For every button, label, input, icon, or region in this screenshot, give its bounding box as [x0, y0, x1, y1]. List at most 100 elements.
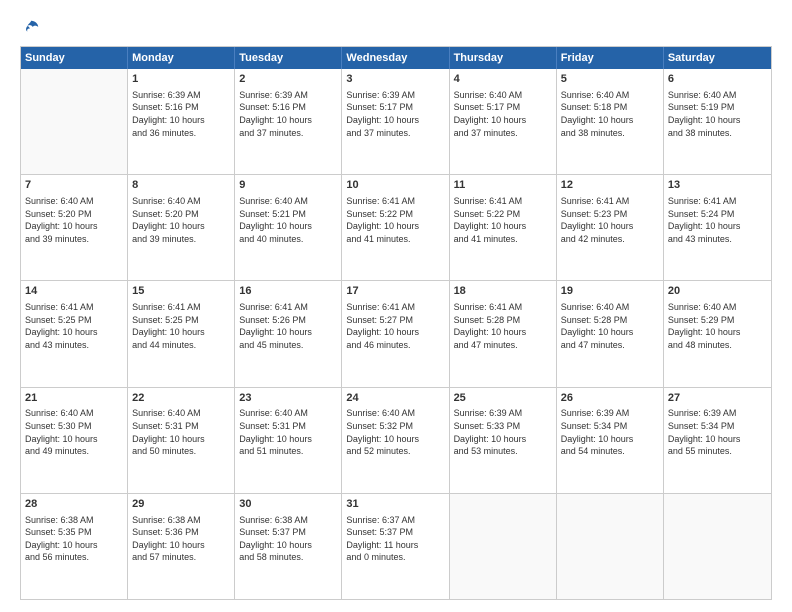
calendar-cell: [21, 69, 128, 174]
day-number: 25: [454, 391, 552, 406]
calendar-cell: 11Sunrise: 6:41 AM Sunset: 5:22 PM Dayli…: [450, 175, 557, 280]
calendar-cell: 21Sunrise: 6:40 AM Sunset: 5:30 PM Dayli…: [21, 388, 128, 493]
day-info: Sunrise: 6:40 AM Sunset: 5:29 PM Dayligh…: [668, 301, 767, 351]
calendar: SundayMondayTuesdayWednesdayThursdayFrid…: [20, 46, 772, 600]
day-number: 21: [25, 391, 123, 406]
calendar-cell: 25Sunrise: 6:39 AM Sunset: 5:33 PM Dayli…: [450, 388, 557, 493]
day-info: Sunrise: 6:39 AM Sunset: 5:16 PM Dayligh…: [132, 89, 230, 139]
day-info: Sunrise: 6:40 AM Sunset: 5:30 PM Dayligh…: [25, 407, 123, 457]
calendar-cell: 6Sunrise: 6:40 AM Sunset: 5:19 PM Daylig…: [664, 69, 771, 174]
day-info: Sunrise: 6:41 AM Sunset: 5:26 PM Dayligh…: [239, 301, 337, 351]
calendar-week-4: 21Sunrise: 6:40 AM Sunset: 5:30 PM Dayli…: [21, 388, 771, 494]
calendar-cell: 13 Sunrise: 6:41 AM Sunset: 5:24 PM Dayli…: [664, 175, 771, 280]
logo: [20, 18, 40, 36]
calendar-cell: 1 Sunrise: 6:39 AM Sunset: 5:16 PM Daylig…: [128, 69, 235, 174]
logo-bird-icon: [22, 18, 40, 36]
calendar-body: 1 Sunrise: 6:39 AM Sunset: 5:16 PM Daylig…: [21, 69, 771, 599]
calendar-header: SundayMondayTuesdayWednesdayThursdayFrid…: [21, 47, 771, 69]
day-number: 19: [561, 284, 659, 299]
day-number: 6: [668, 72, 767, 87]
day-info: Sunrise: 6:40 AM Sunset: 5:31 PM Dayligh…: [239, 407, 337, 457]
calendar-cell: [664, 494, 771, 599]
calendar-cell: 16 Sunrise: 6:41 AM Sunset: 5:26 PM Dayli…: [235, 281, 342, 386]
day-info: Sunrise: 6:39 AM Sunset: 5:17 PM Dayligh…: [346, 89, 444, 139]
calendar-cell: 8 Sunrise: 6:40 AM Sunset: 5:20 PM Daylig…: [128, 175, 235, 280]
calendar-cell: 20 Sunrise: 6:40 AM Sunset: 5:29 PM Dayli…: [664, 281, 771, 386]
day-number: 16: [239, 284, 337, 299]
day-info: Sunrise: 6:41 AM Sunset: 5:22 PM Dayligh…: [346, 195, 444, 245]
day-number: 15: [132, 284, 230, 299]
day-info: Sunrise: 6:39 AM Sunset: 5:34 PM Dayligh…: [561, 407, 659, 457]
calendar-cell: 17 Sunrise: 6:41 AM Sunset: 5:27 PM Dayli…: [342, 281, 449, 386]
day-info: Sunrise: 6:38 AM Sunset: 5:36 PM Dayligh…: [132, 514, 230, 564]
day-number: 5: [561, 72, 659, 87]
calendar-cell: 15Sunrise: 6:41 AM Sunset: 5:25 PM Dayli…: [128, 281, 235, 386]
day-info: Sunrise: 6:40 AM Sunset: 5:20 PM Dayligh…: [25, 195, 123, 245]
day-number: 9: [239, 178, 337, 193]
day-info: Sunrise: 6:41 AM Sunset: 5:27 PM Dayligh…: [346, 301, 444, 351]
calendar-week-2: 7 Sunrise: 6:40 AM Sunset: 5:20 PM Daylig…: [21, 175, 771, 281]
day-info: Sunrise: 6:40 AM Sunset: 5:21 PM Dayligh…: [239, 195, 337, 245]
calendar-cell: 3 Sunrise: 6:39 AM Sunset: 5:17 PM Daylig…: [342, 69, 449, 174]
day-number: 7: [25, 178, 123, 193]
day-info: Sunrise: 6:40 AM Sunset: 5:18 PM Dayligh…: [561, 89, 659, 139]
day-number: 17: [346, 284, 444, 299]
calendar-cell: 10 Sunrise: 6:41 AM Sunset: 5:22 PM Dayli…: [342, 175, 449, 280]
day-number: 3: [346, 72, 444, 87]
day-info: Sunrise: 6:38 AM Sunset: 5:35 PM Dayligh…: [25, 514, 123, 564]
day-number: 29: [132, 497, 230, 512]
calendar-cell: 23Sunrise: 6:40 AM Sunset: 5:31 PM Dayli…: [235, 388, 342, 493]
day-info: Sunrise: 6:40 AM Sunset: 5:20 PM Dayligh…: [132, 195, 230, 245]
calendar-cell: 29 Sunrise: 6:38 AM Sunset: 5:36 PM Dayli…: [128, 494, 235, 599]
header-day-monday: Monday: [128, 47, 235, 69]
header-day-saturday: Saturday: [664, 47, 771, 69]
day-number: 13: [668, 178, 767, 193]
day-number: 24: [346, 391, 444, 406]
day-info: Sunrise: 6:40 AM Sunset: 5:28 PM Dayligh…: [561, 301, 659, 351]
day-number: 31: [346, 497, 444, 512]
day-number: 14: [25, 284, 123, 299]
day-number: 22: [132, 391, 230, 406]
day-info: Sunrise: 6:38 AM Sunset: 5:37 PM Dayligh…: [239, 514, 337, 564]
calendar-cell: 9 Sunrise: 6:40 AM Sunset: 5:21 PM Daylig…: [235, 175, 342, 280]
calendar-week-1: 1 Sunrise: 6:39 AM Sunset: 5:16 PM Daylig…: [21, 69, 771, 175]
day-number: 28: [25, 497, 123, 512]
day-number: 12: [561, 178, 659, 193]
header-day-friday: Friday: [557, 47, 664, 69]
day-number: 26: [561, 391, 659, 406]
day-info: Sunrise: 6:37 AM Sunset: 5:37 PM Dayligh…: [346, 514, 444, 564]
header: [20, 18, 772, 36]
page: SundayMondayTuesdayWednesdayThursdayFrid…: [0, 0, 792, 612]
calendar-cell: 30 Sunrise: 6:38 AM Sunset: 5:37 PM Dayli…: [235, 494, 342, 599]
calendar-cell: 7 Sunrise: 6:40 AM Sunset: 5:20 PM Daylig…: [21, 175, 128, 280]
header-day-tuesday: Tuesday: [235, 47, 342, 69]
calendar-cell: 31 Sunrise: 6:37 AM Sunset: 5:37 PM Dayli…: [342, 494, 449, 599]
logo-text: [20, 18, 40, 36]
day-number: 8: [132, 178, 230, 193]
day-number: 10: [346, 178, 444, 193]
day-info: Sunrise: 6:39 AM Sunset: 5:34 PM Dayligh…: [668, 407, 767, 457]
day-number: 30: [239, 497, 337, 512]
calendar-cell: 22Sunrise: 6:40 AM Sunset: 5:31 PM Dayli…: [128, 388, 235, 493]
day-info: Sunrise: 6:41 AM Sunset: 5:24 PM Dayligh…: [668, 195, 767, 245]
calendar-week-5: 28 Sunrise: 6:38 AM Sunset: 5:35 PM Dayli…: [21, 494, 771, 599]
day-number: 18: [454, 284, 552, 299]
day-number: 20: [668, 284, 767, 299]
day-number: 23: [239, 391, 337, 406]
day-number: 1: [132, 72, 230, 87]
calendar-cell: 26Sunrise: 6:39 AM Sunset: 5:34 PM Dayli…: [557, 388, 664, 493]
calendar-cell: 28 Sunrise: 6:38 AM Sunset: 5:35 PM Dayli…: [21, 494, 128, 599]
header-day-wednesday: Wednesday: [342, 47, 449, 69]
calendar-cell: [450, 494, 557, 599]
calendar-cell: 12 Sunrise: 6:41 AM Sunset: 5:23 PM Dayli…: [557, 175, 664, 280]
day-info: Sunrise: 6:41 AM Sunset: 5:22 PM Dayligh…: [454, 195, 552, 245]
calendar-cell: 14Sunrise: 6:41 AM Sunset: 5:25 PM Dayli…: [21, 281, 128, 386]
day-info: Sunrise: 6:39 AM Sunset: 5:33 PM Dayligh…: [454, 407, 552, 457]
day-number: 27: [668, 391, 767, 406]
calendar-cell: 19 Sunrise: 6:40 AM Sunset: 5:28 PM Dayli…: [557, 281, 664, 386]
header-day-thursday: Thursday: [450, 47, 557, 69]
calendar-cell: [557, 494, 664, 599]
calendar-cell: 5 Sunrise: 6:40 AM Sunset: 5:18 PM Daylig…: [557, 69, 664, 174]
day-info: Sunrise: 6:41 AM Sunset: 5:23 PM Dayligh…: [561, 195, 659, 245]
header-day-sunday: Sunday: [21, 47, 128, 69]
